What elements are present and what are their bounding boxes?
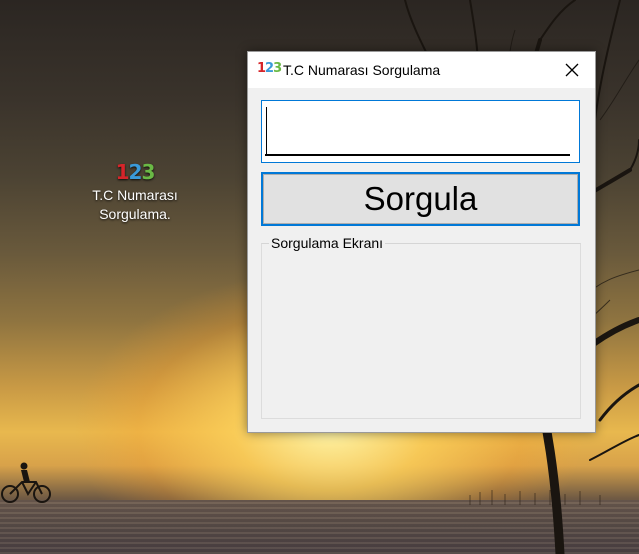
app-123-icon: 123 bbox=[257, 61, 282, 76]
title-bar[interactable]: 123 T.C Numarası Sorgulama bbox=[248, 52, 595, 88]
query-button[interactable]: Sorgula bbox=[261, 172, 580, 226]
desktop-shortcut-icon[interactable]: 123 T.C Numarası Sorgulama. bbox=[82, 158, 188, 224]
desktop-shortcut-label-line1: T.C Numarası bbox=[92, 187, 178, 203]
text-caret bbox=[266, 107, 267, 155]
input-underline bbox=[265, 154, 570, 156]
tc-number-input[interactable] bbox=[261, 100, 580, 163]
app-window: 123 T.C Numarası Sorgulama Sorgula Sorgu… bbox=[247, 51, 596, 433]
wallpaper-cyclist bbox=[1, 462, 51, 503]
close-button[interactable] bbox=[549, 52, 595, 88]
app-123-icon: 123 bbox=[115, 160, 156, 184]
result-groupbox-label: Sorgulama Ekranı bbox=[269, 235, 386, 251]
desktop-shortcut-label-line2: Sorgulama. bbox=[99, 206, 171, 222]
result-groupbox: Sorgulama Ekranı bbox=[261, 235, 581, 419]
window-title: T.C Numarası Sorgulama bbox=[283, 62, 441, 78]
close-icon bbox=[565, 63, 579, 77]
